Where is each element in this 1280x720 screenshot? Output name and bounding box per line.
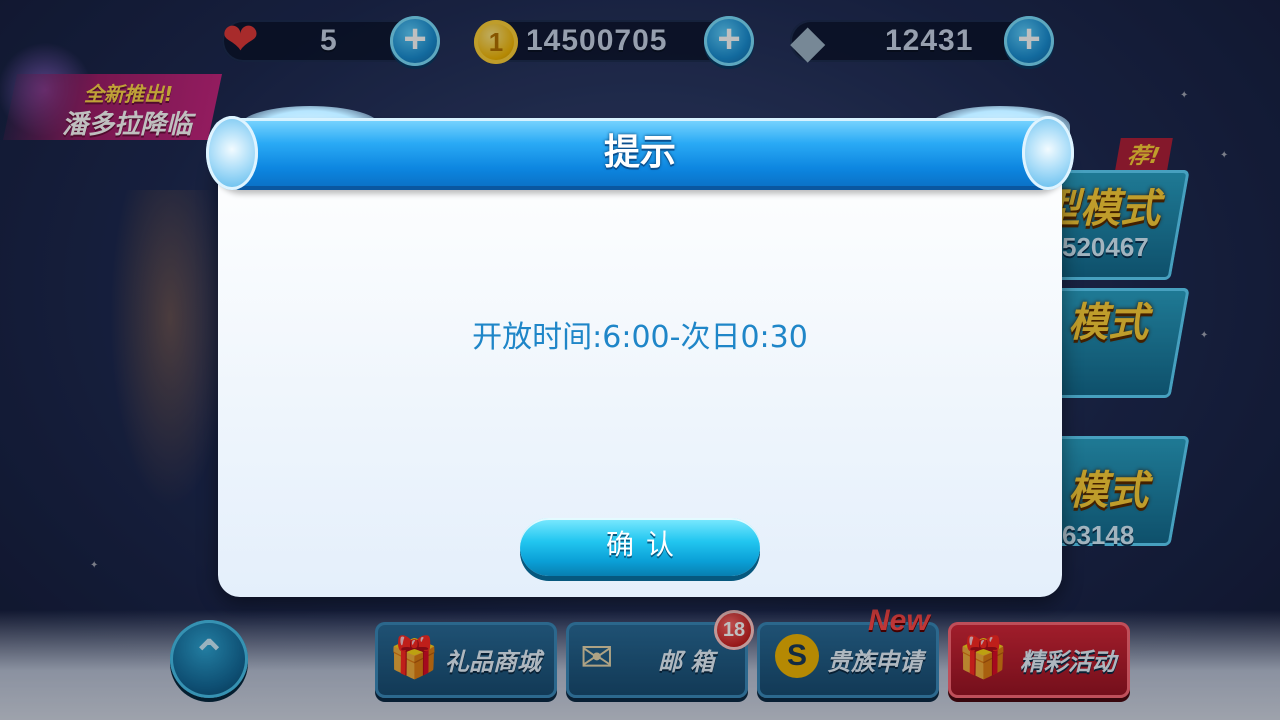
dialog-title: 提示 (603, 132, 676, 173)
confirm-button[interactable]: 确认 (520, 518, 760, 576)
confirm-label: 确认 (605, 528, 686, 561)
dialog-message: 开放时间:6:00-次日0:30 (472, 320, 808, 355)
